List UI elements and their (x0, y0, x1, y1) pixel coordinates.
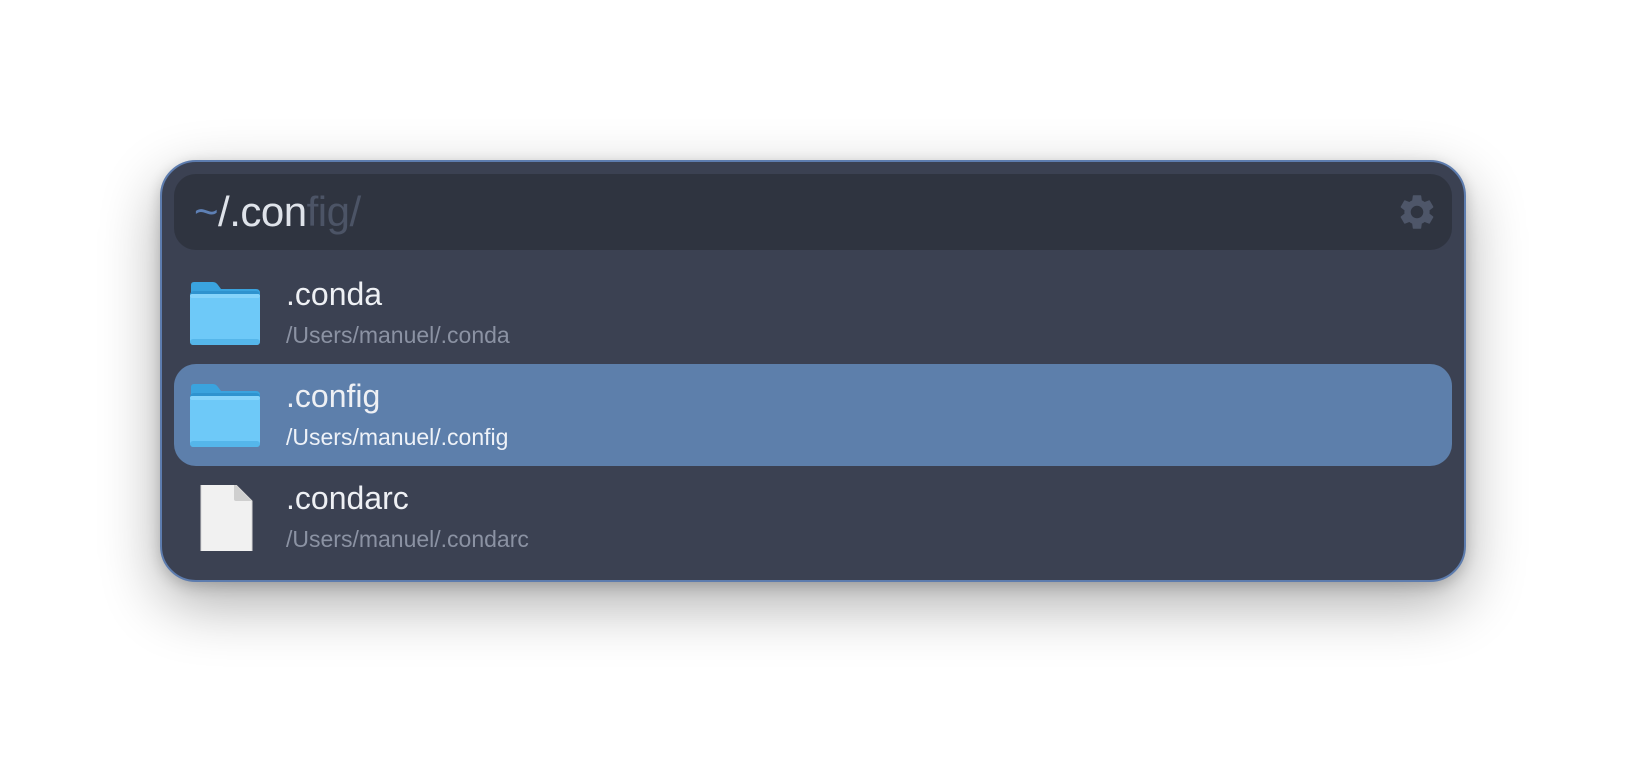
result-path: /Users/manuel/.condarc (286, 526, 529, 552)
result-path: /Users/manuel/.conda (286, 322, 510, 348)
result-name: .conda (286, 276, 383, 312)
results-list: .conda /Users/manuel/.conda .config /Use… (174, 262, 1452, 568)
result-name: .condarc (286, 480, 409, 516)
result-row-condarc[interactable]: .condarc /Users/manuel/.condarc (174, 466, 1452, 568)
result-name: .config (286, 378, 381, 414)
folder-icon (190, 384, 260, 447)
autocomplete-suggestion: fig/ (306, 188, 362, 235)
result-path: /Users/manuel/.config (286, 424, 509, 450)
result-row-conda[interactable]: .conda /Users/manuel/.conda (174, 262, 1452, 364)
home-prefix: ~ (194, 188, 219, 235)
file-icon (200, 485, 253, 551)
folder-icon (190, 282, 260, 345)
search-input[interactable]: ~/.config/ (194, 174, 361, 250)
result-row-config[interactable]: .config /Users/manuel/.config (174, 364, 1452, 466)
search-bar[interactable]: ~/.config/ (174, 174, 1452, 250)
gear-icon[interactable] (1396, 191, 1438, 233)
launcher-window: ~/.config/ .conda /Users/manuel/.conda .… (160, 160, 1466, 582)
typed-query: /.con (218, 188, 307, 235)
